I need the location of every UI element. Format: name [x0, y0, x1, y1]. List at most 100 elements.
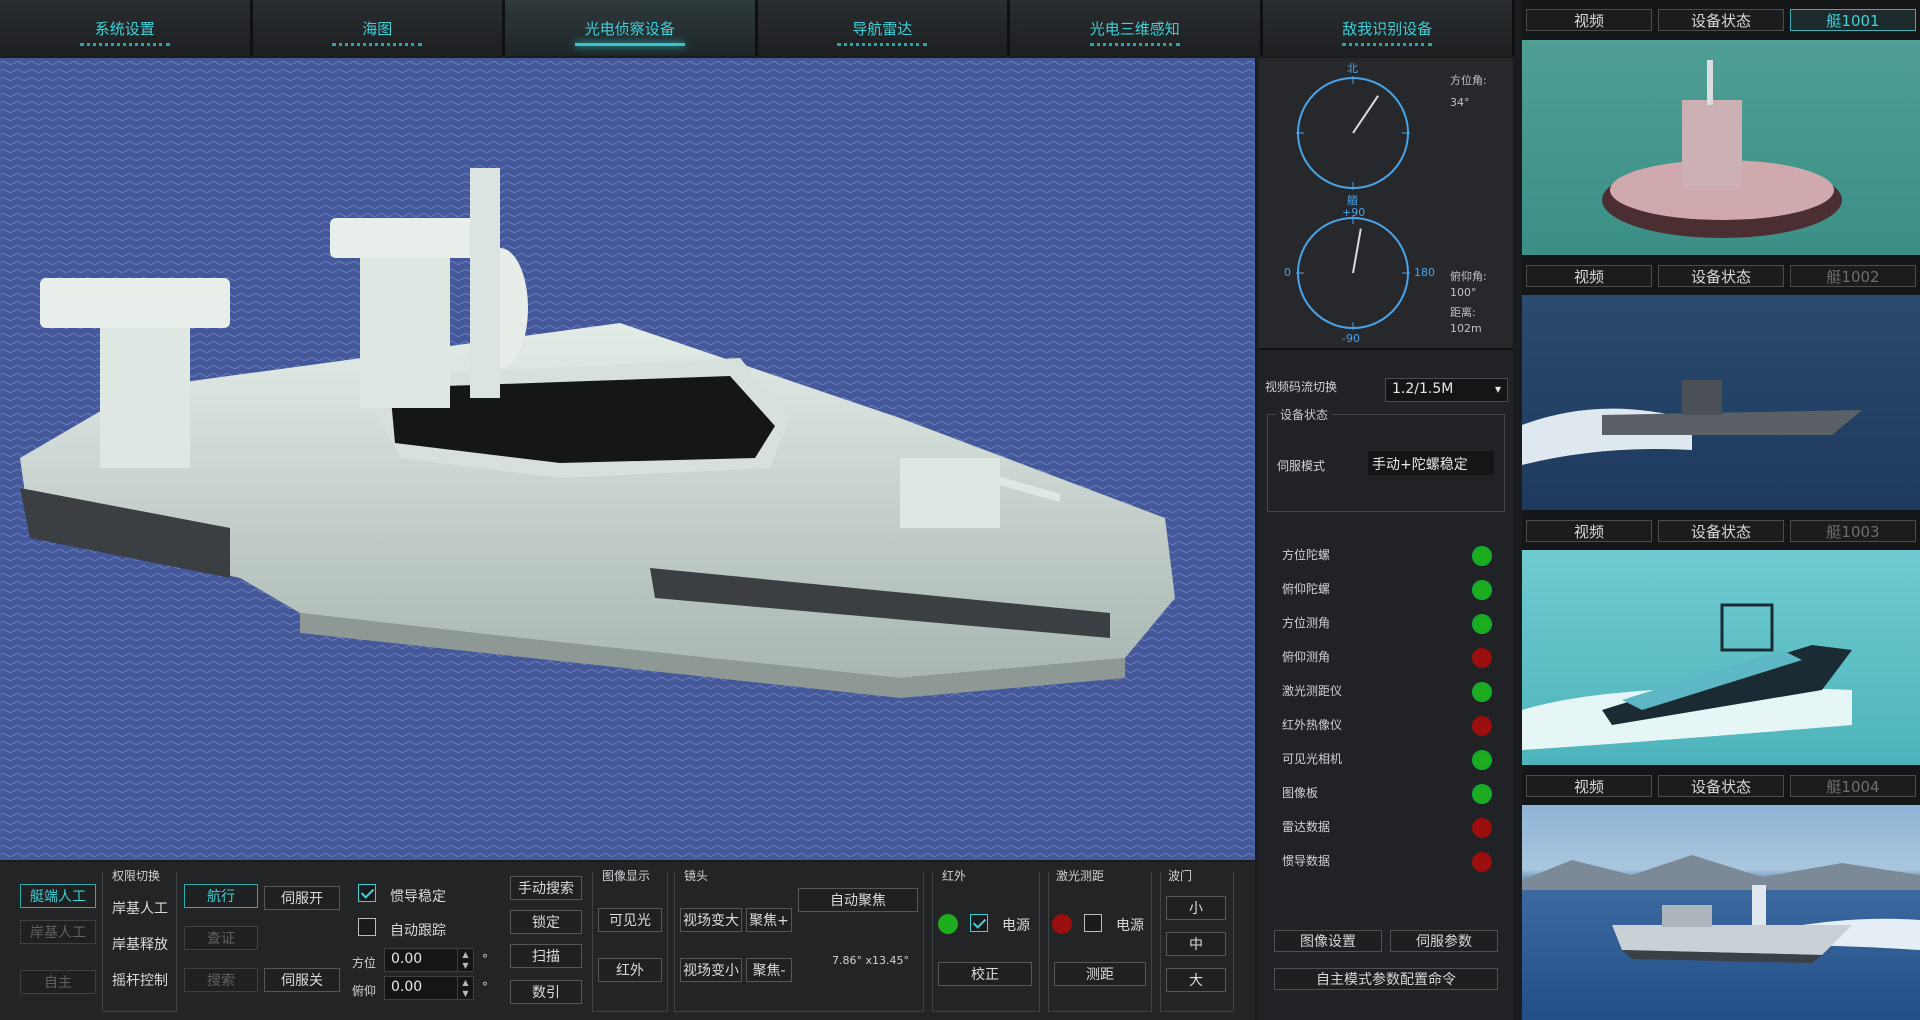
auto-focus-button[interactable]: 自动聚焦 [798, 888, 918, 912]
pitch-input[interactable]: 0.00 ▲ ▼ [384, 976, 474, 1000]
laser-power-checkbox[interactable] [1084, 914, 1102, 932]
manual-search-button[interactable]: 手动搜索 [510, 876, 582, 900]
tab-label: 敌我识别设备 [1342, 19, 1433, 38]
thumb-status-button[interactable]: 设备状态 [1658, 265, 1784, 287]
tab-iff[interactable]: 敌我识别设备 [1262, 0, 1515, 56]
distance-value: 102m [1450, 322, 1482, 335]
infrared-group [932, 872, 1040, 1012]
status-indicator [1472, 546, 1492, 566]
status-row: 方位陀螺 [1282, 546, 1492, 566]
gate-large-button[interactable]: 大 [1166, 968, 1226, 992]
search-button[interactable]: 搜索 [184, 968, 258, 992]
boat-manual-button[interactable]: 艇端人工 [20, 884, 96, 908]
tab-label: 系统设置 [94, 19, 155, 38]
vessel-video-1004[interactable] [1522, 805, 1920, 1020]
sail-button[interactable]: 航行 [184, 884, 258, 908]
infrared-group-title: 红外 [942, 869, 967, 883]
status-label: 俯仰测角 [1282, 650, 1331, 664]
perm-shore-manual-button[interactable]: 岸基人工 [106, 896, 174, 920]
image-settings-button[interactable]: 图像设置 [1274, 930, 1382, 952]
focus-minus-button[interactable]: 聚焦- [746, 958, 792, 982]
perm-shore-release-button[interactable]: 岸基释放 [106, 932, 174, 956]
tab-eo-recon[interactable]: 光电侦察设备 [505, 0, 758, 56]
scan-button[interactable]: 扫描 [510, 944, 582, 968]
thumb-boat-button[interactable]: 艇1002 [1790, 265, 1916, 287]
auto-mode-config-button[interactable]: 自主模式参数配置命令 [1274, 968, 1498, 990]
main-video-view[interactable] [0, 58, 1255, 860]
autonomous-button[interactable]: 自主 [20, 970, 96, 994]
distance-label: 距离: [1450, 306, 1476, 319]
status-indicator [1472, 614, 1492, 634]
infrared-power-indicator [938, 914, 958, 934]
tab-eo-3d[interactable]: 光电三维感知 [1010, 0, 1263, 56]
vessel-video-1001[interactable] [1522, 40, 1920, 255]
north-tick-label: 北 [1347, 62, 1358, 75]
thumb-boat-button[interactable]: 艇1004 [1790, 775, 1916, 797]
thumb-status-button[interactable]: 设备状态 [1658, 775, 1784, 797]
laser-range-button[interactable]: 测距 [1054, 962, 1146, 986]
verify-button[interactable]: 查证 [184, 926, 258, 950]
thumb-header-1001: 视频 设备状态 艇1001 [1522, 6, 1920, 34]
lens-group-title: 镜头 [684, 869, 709, 883]
fov-readout: 7.86° x13.45° [832, 954, 909, 967]
guide-button[interactable]: 数引 [510, 980, 582, 1004]
shore-manual-button[interactable]: 岸基人工 [20, 920, 96, 944]
degree-unit: ° [482, 980, 488, 994]
spinner-arrows-icon[interactable]: ▲ ▼ [457, 949, 473, 971]
thumb-status-button[interactable]: 设备状态 [1658, 520, 1784, 542]
fov-zoom-out-button[interactable]: 视场变小 [680, 958, 742, 982]
focus-plus-button[interactable]: 聚焦+ [746, 908, 792, 932]
infrared-button[interactable]: 红外 [598, 958, 662, 982]
lock-button[interactable]: 锁定 [510, 910, 582, 934]
status-label: 惯导数据 [1282, 854, 1331, 868]
top-tab-bar: 系统设置 海图 光电侦察设备 导航雷达 光电三维感知 敌我识别设备 [0, 0, 1515, 56]
infrared-power-checkbox[interactable] [970, 914, 988, 932]
servo-on-button[interactable]: 伺服开 [264, 886, 340, 910]
thumb-boat-button[interactable]: 艇1003 [1790, 520, 1916, 542]
perm-joystick-button[interactable]: 摇杆控制 [106, 968, 174, 992]
infrared-calibrate-button[interactable]: 校正 [938, 962, 1032, 986]
status-indicator [1472, 580, 1492, 600]
tab-chart[interactable]: 海图 [252, 0, 505, 56]
spinner-arrows-icon[interactable]: ▲ ▼ [457, 977, 473, 999]
plus90-label: +90 [1342, 206, 1366, 219]
degree-unit: ° [482, 952, 488, 966]
vessel-video-1003[interactable] [1522, 550, 1920, 765]
servo-off-button[interactable]: 伺服关 [264, 968, 340, 992]
servo-params-button[interactable]: 伺服参数 [1390, 930, 1498, 952]
tab-system-settings[interactable]: 系统设置 [0, 0, 253, 56]
stream-select[interactable]: 1.2/1.5M ▾ [1385, 378, 1508, 402]
auto-track-checkbox[interactable] [358, 918, 376, 936]
tab-nav-radar[interactable]: 导航雷达 [757, 0, 1010, 56]
status-row: 俯仰陀螺 [1282, 580, 1492, 600]
azimuth-input-value: 0.00 [391, 951, 423, 967]
chevron-down-icon: ▾ [1494, 382, 1501, 396]
inertial-stable-checkbox[interactable] [358, 884, 376, 902]
gate-small-button[interactable]: 小 [1166, 896, 1226, 920]
boat-image [1522, 380, 1862, 465]
thumb-video-button[interactable]: 视频 [1526, 9, 1652, 31]
gate-group-title: 波门 [1168, 869, 1193, 883]
boat-render-image [0, 58, 1255, 860]
tab-label: 海图 [362, 19, 393, 38]
status-label: 雷达数据 [1282, 820, 1331, 834]
thumb-status-button[interactable]: 设备状态 [1658, 9, 1784, 31]
visible-light-button[interactable]: 可见光 [598, 908, 662, 932]
thumb-video-button[interactable]: 视频 [1526, 520, 1652, 542]
servo-mode-label: 伺服模式 [1277, 459, 1326, 473]
laser-group-title: 激光测距 [1056, 869, 1105, 883]
status-row: 红外热像仪 [1282, 716, 1492, 736]
status-indicator [1472, 716, 1492, 736]
thumb-video-button[interactable]: 视频 [1526, 775, 1652, 797]
vessel-video-1002[interactable] [1522, 295, 1920, 510]
image-display-title: 图像显示 [602, 869, 651, 883]
gate-medium-button[interactable]: 中 [1166, 932, 1226, 956]
image-display-group [592, 872, 668, 1012]
thumb-boat-button[interactable]: 艇1001 [1790, 9, 1916, 31]
fov-zoom-in-button[interactable]: 视场变大 [680, 908, 742, 932]
pitch-input-label: 俯仰 [352, 984, 377, 998]
laser-power-label: 电源 [1116, 918, 1144, 934]
pitch-input-value: 0.00 [391, 979, 423, 995]
thumb-video-button[interactable]: 视频 [1526, 265, 1652, 287]
azimuth-input[interactable]: 0.00 ▲ ▼ [384, 948, 474, 972]
